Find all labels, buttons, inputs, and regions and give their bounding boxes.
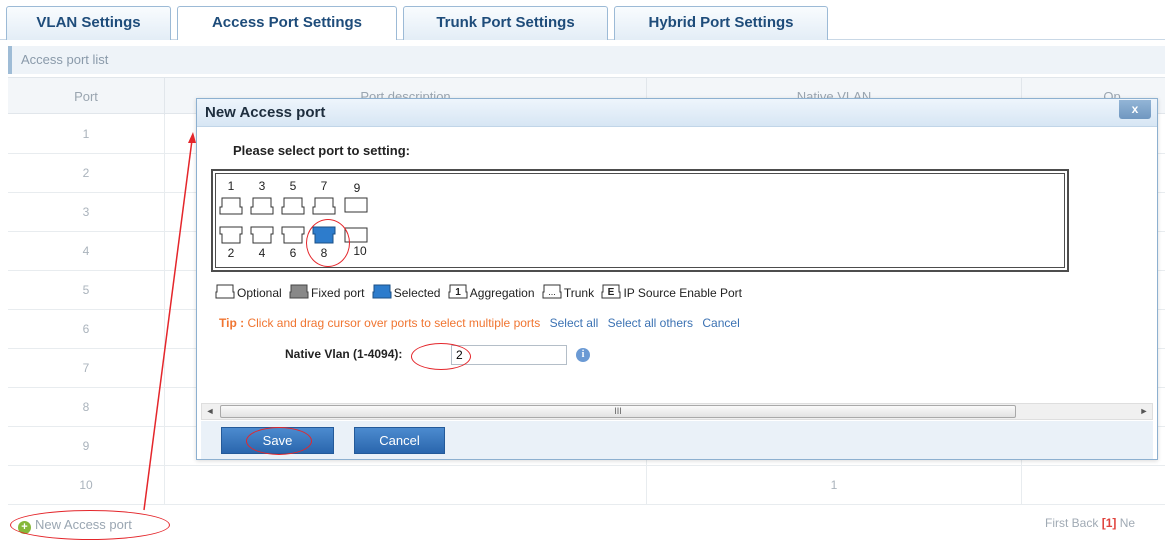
annotation-arrow	[143, 132, 196, 511]
page-root: VLAN Settings Access Port Settings Trunk…	[0, 0, 1165, 544]
